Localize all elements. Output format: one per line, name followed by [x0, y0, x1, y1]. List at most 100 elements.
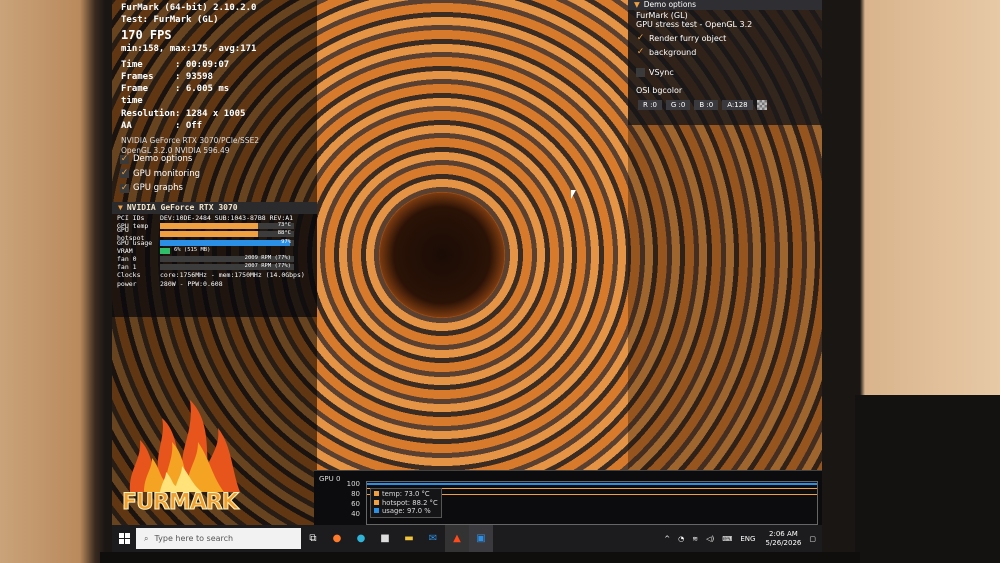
app-title: FurMark (64-bit) 2.10.2.0 — [121, 3, 257, 13]
blue-input[interactable]: B :0 — [694, 100, 719, 110]
stat-key: Time — [121, 59, 143, 70]
clock[interactable]: 2:06 AM 5/26/2026 — [765, 530, 801, 548]
monitor-screen: FurMark (64-bit) 2.10.2.0 Test: FurMark … — [112, 0, 822, 552]
file-explorer-icon[interactable]: ▬ — [397, 525, 421, 552]
row-label: Clocks — [117, 271, 141, 280]
checkbox-label: background — [649, 47, 697, 57]
task-view-icon[interactable]: ⧉ — [301, 525, 325, 552]
bar-fill — [160, 223, 258, 230]
row-label: fan 1 — [117, 263, 137, 272]
stat-key: Resolution — [121, 108, 176, 119]
stat-value: : 1284 x 1005 — [175, 108, 246, 119]
bar-value: 73°C — [277, 222, 291, 229]
metric-row: fan 1 2007 RPM (77%) — [112, 263, 317, 271]
system-tray: ^ ◔ ≋ ◁) ⌨ ENG 2:06 AM 5/26/2026 ▢ — [660, 525, 822, 552]
stat-row: Resolution: 1284 x 1005 — [121, 108, 259, 120]
metric-row: GPU hotspot 88°C — [112, 226, 317, 242]
checkbox-gpu-monitoring[interactable]: ✓ GPU monitoring — [120, 167, 200, 182]
stat-row: Frames : 93598 — [121, 71, 259, 83]
stat-key: AA — [121, 120, 132, 131]
metric-bar: 2007 RPM (77%) — [160, 263, 294, 271]
legend-item: usage: 97.0 % — [374, 507, 438, 516]
taskbar-search-box[interactable]: ⌕ Type here to search — [136, 528, 301, 549]
stat-value: : 00:09:07 — [175, 59, 230, 70]
checkbox-label: VSync — [649, 67, 674, 77]
furmark-taskbar-icon[interactable]: ▲ — [445, 525, 469, 552]
unchecked-box-icon — [636, 67, 645, 77]
check-icon: ✓ — [120, 153, 129, 164]
search-icon: ⌕ — [144, 533, 149, 543]
stat-value: : 93598 — [175, 72, 213, 83]
tick-label: 100 — [346, 480, 360, 488]
bar-value: 6% (515 MB) — [174, 246, 211, 253]
clock-time: 2:06 AM — [769, 529, 798, 538]
legend-item: temp: 73.0 °C — [374, 490, 438, 499]
notifications-icon[interactable]: ▢ — [809, 535, 816, 543]
metric-bar: 97% — [160, 239, 294, 246]
checkbox-background[interactable]: ✓ background — [628, 45, 822, 59]
firefox-icon[interactable]: ● — [325, 525, 349, 552]
stat-value: : Off — [175, 120, 203, 131]
bar-fill — [160, 247, 170, 254]
power-row: power 280W - PPW:0.608 — [112, 280, 317, 288]
bar-fill — [160, 231, 258, 238]
check-icon: ✓ — [120, 168, 129, 179]
color-swatch-icon[interactable] — [756, 100, 767, 110]
checkbox-demo-options[interactable]: ✓ Demo options — [120, 152, 200, 167]
clock-date: 5/26/2026 — [765, 538, 802, 547]
stat-key: Frames — [121, 72, 154, 83]
volume-icon[interactable]: ◁) — [706, 535, 714, 543]
legend-label: temp: 73.0 °C — [382, 490, 430, 498]
stat-row: AA : Off — [121, 120, 259, 132]
red-input[interactable]: R :0 — [638, 100, 662, 110]
bar-value: 88°C — [277, 230, 291, 237]
stat-value: : 6.005 ms — [175, 84, 230, 95]
collapse-arrow-icon: ▼ — [634, 0, 640, 9]
checkbox-label: GPU graphs — [133, 183, 183, 194]
legend-label: usage: 97.0 % — [382, 507, 431, 515]
furmark-logo-text: FURMARK — [122, 490, 240, 516]
checkbox-vsync[interactable]: VSync — [628, 65, 822, 79]
alpha-input[interactable]: A:128 — [722, 100, 753, 110]
fps-stats: min:158, max:175, avg:171 — [121, 43, 257, 54]
check-icon: ✓ — [636, 32, 645, 43]
store-icon[interactable]: ■ — [373, 525, 397, 552]
check-icon: ✓ — [636, 46, 645, 57]
language-indicator[interactable]: ENG — [740, 535, 755, 543]
metric-bar: 88°C — [160, 230, 294, 238]
row-value: DEV:10DE-2484 SUB:1043-87B8 REV:A1 — [160, 214, 294, 223]
mail-icon[interactable]: ✉ — [421, 525, 445, 552]
edge-icon[interactable]: ● — [349, 525, 373, 552]
renderer-info: NVIDIA GeForce RTX 3070/PCIe/SSE2 — [121, 136, 260, 146]
network-icon[interactable]: ◔ — [678, 535, 684, 543]
tick-label: 60 — [351, 500, 360, 508]
legend-swatch — [374, 499, 379, 505]
gpu-graph-panel: GPU 0 100 80 60 40 temp: 73.0 °C hotspot… — [314, 470, 822, 526]
green-input[interactable]: G :0 — [665, 100, 691, 110]
chevron-up-icon[interactable]: ^ — [664, 535, 670, 543]
wifi-icon[interactable]: ≋ — [692, 535, 698, 543]
demo-options-header[interactable]: ▼ Demo options — [628, 0, 822, 10]
active-app-icon[interactable]: ▣ — [469, 525, 493, 552]
start-button[interactable] — [112, 525, 136, 552]
checkbox-render-furry-object[interactable]: ✓ Render furry object — [628, 31, 822, 45]
row-label: PCI IDs — [117, 214, 145, 223]
legend-swatch — [374, 508, 379, 513]
legend-item: hotspot: 88.2 °C — [374, 499, 438, 508]
legend-swatch — [374, 491, 379, 496]
bar-fill — [160, 239, 290, 246]
bar-value: 2009 RPM (77%) — [244, 255, 291, 262]
windows-taskbar: ⌕ Type here to search ⧉ ● ● ■ ▬ ✉ ▲ ▣ ^ … — [112, 525, 822, 552]
stats-overlay: FurMark (64-bit) 2.10.2.0 Test: FurMark … — [121, 2, 259, 156]
windows-logo-icon — [118, 533, 130, 544]
checkbox-label: GPU monitoring — [133, 168, 201, 179]
gpu-panel-header[interactable]: ▼ NVIDIA GeForce RTX 3070 — [112, 202, 317, 214]
checkbox-gpu-graphs[interactable]: ✓ GPU graphs — [120, 181, 200, 196]
gpu-name: NVIDIA GeForce RTX 3070 — [126, 203, 238, 212]
legend-label: hotspot: 88.2 °C — [382, 498, 438, 507]
bar-value: 2007 RPM (77%) — [244, 263, 291, 270]
osi-bgcolor-label: OSI bgcolor — [636, 86, 683, 95]
metric-bar: 2009 RPM (77%) — [160, 255, 294, 263]
keyboard-icon[interactable]: ⌨ — [722, 535, 732, 543]
demo-options-panel: ▼ Demo options FurMark (GL) GPU stress te… — [628, 0, 822, 125]
